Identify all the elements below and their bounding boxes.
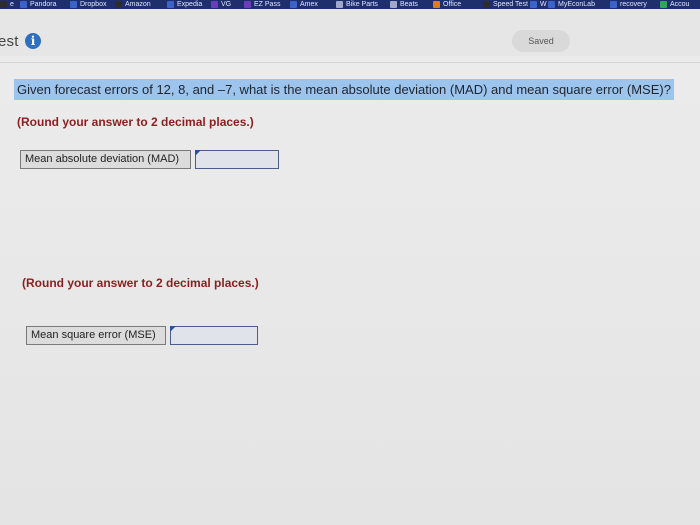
recovery-icon <box>610 1 617 8</box>
mad-answer-row: Mean absolute deviation (MAD) <box>20 150 279 169</box>
folder-icon <box>390 1 397 8</box>
dropbox-icon <box>70 1 77 8</box>
info-icon[interactable]: i <box>25 33 41 49</box>
bookmark-label: Bike Parts <box>346 1 378 8</box>
expedia-icon <box>167 1 174 8</box>
bookmark-label: Pandora <box>30 1 57 8</box>
mad-label: Mean absolute deviation (MAD) <box>20 150 191 169</box>
bookmark-recovery[interactable]: recovery <box>610 0 647 9</box>
bookmark-dropbox[interactable]: Dropbox <box>70 0 106 9</box>
bookmark-label: Amazon <box>125 1 151 8</box>
round-instruction-mad: (Round your answer to 2 decimal places.) <box>17 115 254 129</box>
bookmark-label: W <box>540 1 547 8</box>
mse-input-wrap <box>166 326 258 345</box>
bookmark-label: Accou <box>670 1 690 8</box>
bookmark-e[interactable]: e <box>0 0 14 9</box>
bookmark-label: EZ Pass <box>254 1 281 8</box>
bookmark-label: Speed Test <box>493 1 528 8</box>
bookmark-label: Amex <box>300 1 318 8</box>
vg-icon <box>211 1 218 8</box>
bookmark-accou[interactable]: Accou <box>660 0 689 9</box>
bookmark-bike-parts[interactable]: Bike Parts <box>336 0 378 9</box>
bookmark-label: Dropbox <box>80 1 107 8</box>
amex-icon <box>290 1 297 8</box>
bookmark-label: MyEconLab <box>558 1 595 8</box>
question-text: Given forecast errors of 12, 8, and –7, … <box>14 79 674 100</box>
bookmark-label: recovery <box>620 1 647 8</box>
bookmark-label: Expedia <box>177 1 203 8</box>
bookmark-amex[interactable]: Amex <box>290 0 318 9</box>
bookmark-ez-pass[interactable]: EZ Pass <box>244 0 280 9</box>
bookmark-myeconlab[interactable]: MyEconLab <box>548 0 595 9</box>
header-strip: est i Saved <box>0 9 700 56</box>
speedtest-icon <box>483 1 490 8</box>
bookmark-label: VG <box>221 1 232 8</box>
mad-input-wrap <box>191 150 279 169</box>
mse-label: Mean square error (MSE) <box>26 326 166 345</box>
mse-answer-row: Mean square error (MSE) <box>26 326 258 345</box>
office-icon <box>433 1 440 8</box>
myeconlab-icon <box>548 1 555 8</box>
round-instruction-mse: (Round your answer to 2 decimal places.) <box>22 276 259 290</box>
generic-icon <box>0 1 7 8</box>
page: e Pandora Dropbox Amazon Expedia VG EZ Pass Ame… <box>0 0 700 525</box>
bookmark-pandora[interactable]: Pandora <box>20 0 56 9</box>
bookmark-label: e <box>10 1 14 8</box>
bookmark-w[interactable]: W <box>530 0 547 9</box>
bookmark-speed-test[interactable]: Speed Test <box>483 0 528 9</box>
account-icon <box>660 1 667 8</box>
bookmark-office[interactable]: Office <box>433 0 461 9</box>
mad-input[interactable] <box>195 150 279 169</box>
amazon-icon <box>115 1 122 8</box>
test-title: est <box>0 33 19 50</box>
w-icon <box>530 1 537 8</box>
bookmark-vg[interactable]: VG <box>211 0 231 9</box>
bookmark-label: Beats <box>400 1 418 8</box>
pandora-icon <box>20 1 27 8</box>
bookmark-amazon[interactable]: Amazon <box>115 0 151 9</box>
header-divider <box>0 62 700 63</box>
mse-input[interactable] <box>170 326 258 345</box>
bookmark-label: Office <box>443 1 462 8</box>
saved-status-badge: Saved <box>512 30 570 52</box>
folder-icon <box>336 1 343 8</box>
ezpass-icon <box>244 1 251 8</box>
bookmark-expedia[interactable]: Expedia <box>167 0 202 9</box>
bookmarks-bar: e Pandora Dropbox Amazon Expedia VG EZ Pass Ame… <box>0 0 700 9</box>
bookmark-beats[interactable]: Beats <box>390 0 418 9</box>
